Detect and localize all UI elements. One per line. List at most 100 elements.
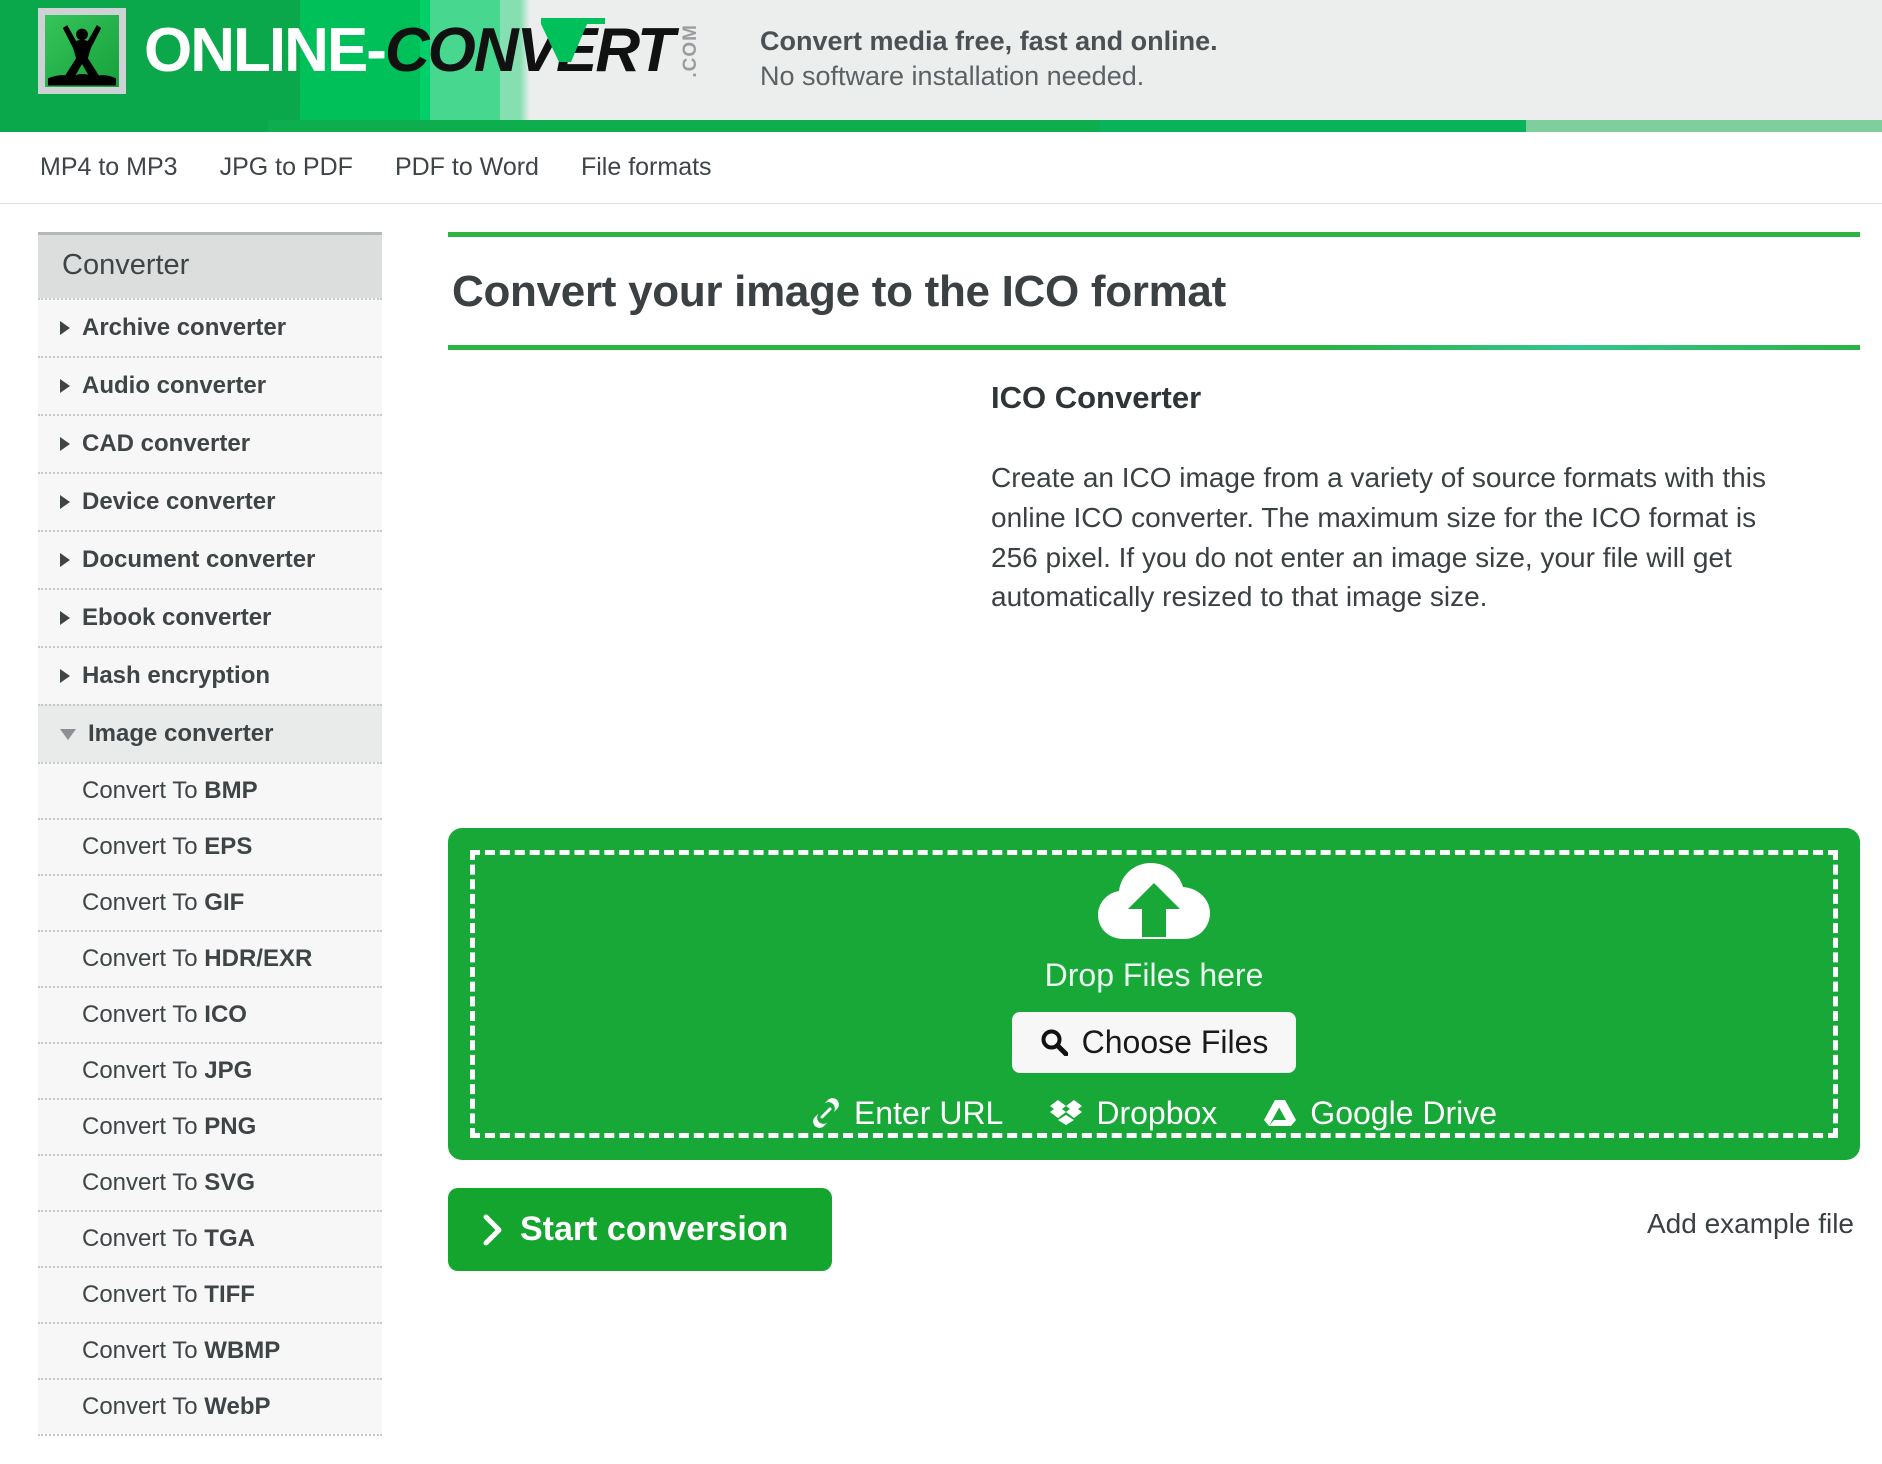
google-drive-label: Google Drive <box>1310 1095 1497 1132</box>
chevron-right-icon <box>60 553 70 567</box>
sidebar-subitem-convert-to-gif[interactable]: Convert To GIF <box>38 874 382 930</box>
subitem-format: JPG <box>204 1057 252 1084</box>
sidebar-item-label: Ebook converter <box>82 604 271 632</box>
sidebar-panel-title: Converter <box>38 235 382 298</box>
sidebar-subitem-convert-to-webp[interactable]: Convert To WebP <box>38 1378 382 1434</box>
chevron-right-icon <box>60 379 70 393</box>
sidebar-item-label: Document converter <box>82 546 315 574</box>
sidebar-subitem-convert-to-hdr-exr[interactable]: Convert To HDR/EXR <box>38 930 382 986</box>
chevron-right-icon <box>60 321 70 335</box>
page-title: Convert your image to the ICO format <box>448 237 1860 345</box>
sidebar-item-label: Image converter <box>88 720 273 748</box>
subitem-prefix: Convert To <box>82 777 204 804</box>
logo-text-dash: - <box>366 20 385 82</box>
link-icon <box>811 1098 841 1128</box>
subitem-format: GIF <box>204 889 244 916</box>
site-logo[interactable]: ONLINE-CONVERT .COM <box>38 8 700 94</box>
subitem-prefix: Convert To <box>82 833 204 860</box>
file-dropzone[interactable]: Drop Files here Choose Files <box>448 828 1860 1160</box>
subitem-format: HDR/EXR <box>204 945 312 972</box>
logo-text-online: ONLINE <box>144 20 366 82</box>
sidebar-subitem-convert-to-jpg[interactable]: Convert To JPG <box>38 1042 382 1098</box>
sidebar-subitem-convert-to-eps[interactable]: Convert To EPS <box>38 818 382 874</box>
sidebar-item-document-converter[interactable]: Document converter <box>38 530 382 588</box>
subitem-prefix: Convert To <box>82 889 204 916</box>
enter-url-label: Enter URL <box>854 1095 1003 1132</box>
chevron-right-icon <box>482 1214 504 1246</box>
sidebar-item-label: Audio converter <box>82 372 266 400</box>
subitem-prefix: Convert To <box>82 1225 204 1252</box>
subitem-prefix: Convert To <box>82 1393 204 1420</box>
choose-files-label: Choose Files <box>1082 1024 1269 1061</box>
sidebar-item-ebook-converter[interactable]: Ebook converter <box>38 588 382 646</box>
chevron-right-icon <box>60 611 70 625</box>
sidebar-item-audio-converter[interactable]: Audio converter <box>38 356 382 414</box>
subitem-format: SVG <box>204 1169 255 1196</box>
sidebar-subitem-convert-to-tiff[interactable]: Convert To TIFF <box>38 1266 382 1322</box>
tagline-line-1: Convert media free, fast and online. <box>760 24 1218 59</box>
start-conversion-label: Start conversion <box>520 1210 788 1249</box>
info-left-spacer <box>448 380 983 820</box>
enter-url-link[interactable]: Enter URL <box>811 1095 1003 1132</box>
sidebar-subitem-convert-to-png[interactable]: Convert To PNG <box>38 1098 382 1154</box>
sidebar-subitem-convert-to-svg[interactable]: Convert To SVG <box>38 1154 382 1210</box>
info-text-block: ICO Converter Create an ICO image from a… <box>983 380 1860 820</box>
logo-text-com: .COM <box>681 24 700 78</box>
sidebar-item-label: Device converter <box>82 488 275 516</box>
action-row: Start conversion Add example file <box>448 1188 1860 1271</box>
start-conversion-button[interactable]: Start conversion <box>448 1188 832 1271</box>
subitem-format: WebP <box>204 1393 270 1420</box>
sidebar: Converter Archive converter Audio conver… <box>0 204 420 1438</box>
sidebar-item-image-converter[interactable]: Image converter <box>38 704 382 762</box>
search-icon <box>1040 1028 1068 1056</box>
site-tagline: Convert media free, fast and online. No … <box>760 24 1218 94</box>
sidebar-subitem-convert-to-ico[interactable]: Convert To ICO <box>38 986 382 1042</box>
sidebar-subitem-convert-to-tga[interactable]: Convert To TGA <box>38 1210 382 1266</box>
sidebar-subitem-convert-to-wbmp[interactable]: Convert To WBMP <box>38 1322 382 1378</box>
chevron-right-icon <box>60 437 70 451</box>
choose-files-button[interactable]: Choose Files <box>1012 1012 1297 1073</box>
logo-text-convert: CONVERT <box>385 20 673 82</box>
dropbox-label: Dropbox <box>1096 1095 1217 1132</box>
subitem-prefix: Convert To <box>82 1169 204 1196</box>
info-paragraph: Create an ICO image from a variety of so… <box>991 458 1791 617</box>
sidebar-converter-panel: Converter Archive converter Audio conver… <box>38 232 382 1438</box>
v-check-mark-icon <box>537 14 615 64</box>
subitem-format: TGA <box>204 1225 255 1252</box>
subitem-format: WBMP <box>204 1337 280 1364</box>
nav-item-file-formats[interactable]: File formats <box>579 149 714 186</box>
info-heading: ICO Converter <box>991 380 1860 416</box>
page-body: Converter Archive converter Audio conver… <box>0 204 1882 1438</box>
dropbox-link[interactable]: Dropbox <box>1049 1095 1217 1132</box>
header-accent-bar <box>0 120 1882 132</box>
sidebar-item-device-converter[interactable]: Device converter <box>38 472 382 530</box>
sidebar-item-label: Hash encryption <box>82 662 270 690</box>
dropbox-icon <box>1049 1098 1083 1128</box>
add-example-file-link[interactable]: Add example file <box>1647 1208 1854 1240</box>
site-header: ONLINE-CONVERT .COM Convert media free, … <box>0 0 1882 120</box>
subitem-prefix: Convert To <box>82 945 204 972</box>
sidebar-item-archive-converter[interactable]: Archive converter <box>38 298 382 356</box>
subitem-prefix: Convert To <box>82 1057 204 1084</box>
dropzone-content: Drop Files here Choose Files <box>448 857 1860 1132</box>
dropzone-drop-text: Drop Files here <box>448 957 1860 994</box>
google-drive-link[interactable]: Google Drive <box>1263 1095 1497 1132</box>
subitem-prefix: Convert To <box>82 1001 204 1028</box>
sidebar-item-cad-converter[interactable]: CAD converter <box>38 414 382 472</box>
nav-item-pdf-to-word[interactable]: PDF to Word <box>393 149 541 186</box>
sidebar-subitem-convert-to-bmp[interactable]: Convert To BMP <box>38 762 382 818</box>
subitem-format: EPS <box>204 833 252 860</box>
subitem-format: PNG <box>204 1113 256 1140</box>
person-celebrating-logo-icon <box>38 8 126 94</box>
dropzone-service-links: Enter URL Dropbox <box>448 1095 1860 1132</box>
nav-item-mp4-to-mp3[interactable]: MP4 to MP3 <box>38 149 180 186</box>
subitem-prefix: Convert To <box>82 1337 204 1364</box>
chevron-right-icon <box>60 495 70 509</box>
sidebar-item-label: Archive converter <box>82 314 286 342</box>
cloud-upload-icon <box>1096 861 1212 947</box>
sidebar-item-hash-encryption[interactable]: Hash encryption <box>38 646 382 704</box>
subitem-format: ICO <box>204 1001 247 1028</box>
subitem-format: TIFF <box>204 1281 255 1308</box>
nav-item-jpg-to-pdf[interactable]: JPG to PDF <box>218 149 355 186</box>
sidebar-item-label: CAD converter <box>82 430 250 458</box>
